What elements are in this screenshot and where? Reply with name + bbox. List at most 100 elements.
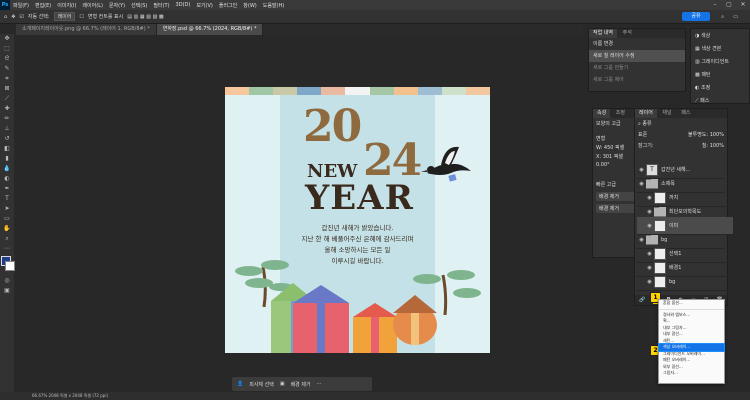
menu-window[interactable]: 창(W) <box>240 2 259 9</box>
swatches-panel-button[interactable]: ▦ 색상 견본 <box>691 42 749 55</box>
color-stripe <box>225 87 490 95</box>
menu-3d[interactable]: 3D(D) <box>173 2 194 8</box>
color-icon: ◑ <box>695 33 700 39</box>
hand-tool-icon[interactable]: ✋ <box>0 224 14 234</box>
menu-edit[interactable]: 편집(E) <box>32 2 54 9</box>
remove-background-button[interactable]: 배경 제거 <box>291 381 311 388</box>
year-bottom-text: 24 <box>363 135 422 186</box>
color-stripe-segment <box>393 87 418 95</box>
move-tool-icon[interactable]: ✥ <box>11 14 15 20</box>
move-tool-icon[interactable]: ✥ <box>0 34 14 44</box>
pattern-panel-button[interactable]: ▩ 패턴 <box>691 68 749 81</box>
menu-divider <box>659 307 724 310</box>
layer-list: ◉ T 갑진년 새해... ◉ 소제목 ◉ 까치 ◉ 최단모의학목도 ◉ 이미 ◉ bg ◉ 선… <box>637 161 733 297</box>
path-select-tool-icon[interactable]: ➤ <box>0 204 14 214</box>
color-panel-button[interactable]: ◑ 색상 <box>691 29 749 42</box>
fx-context-menu: 혼합 옵션... 경사와 엠보스... 획... 내부 그림자... 내부 광선… <box>658 299 725 384</box>
search-icon[interactable]: ⌕ <box>721 14 724 20</box>
quick-mask-icon[interactable]: ◎ <box>0 276 14 286</box>
layer-thumbnail <box>654 219 666 232</box>
menu-bar: Ps 파일(F) 편집(E) 이미지(I) 레이어(L) 문자(Y) 선택(S)… <box>0 0 750 10</box>
history-item[interactable]: 이름 변경 <box>589 38 685 50</box>
document-canvas[interactable]: 20 NEW 24 YEAR 갑진년 새해가 밝았습니다. 지난 한 해 베풀어… <box>225 87 490 353</box>
auto-select-target[interactable]: 레이어 <box>53 12 76 21</box>
align-icons[interactable]: ▤ ▥ ▦ ▧ ▨ ▩ <box>127 14 163 20</box>
color-swatches[interactable] <box>0 254 15 276</box>
opacity-field[interactable]: 100% <box>710 132 724 138</box>
menu-plugins[interactable]: 플러그인 <box>216 2 240 9</box>
eye-icon: ◉ <box>647 264 652 271</box>
color-stripe-segment <box>417 87 442 95</box>
menu-layer[interactable]: 레이어(L) <box>79 2 106 9</box>
right-panel-dock: ◑ 색상 ▦ 색상 견본 ▥ 그레이디언트 ▩ 패턴 ◐ 조정 ⟋ 패스 <box>690 28 750 104</box>
tab-notes[interactable]: 주석 <box>619 29 636 38</box>
lasso-tool-icon[interactable]: ᘓ <box>0 54 14 64</box>
maximize-icon[interactable]: ▢ <box>722 0 736 10</box>
stamp-tool-icon[interactable]: ⊥ <box>0 124 14 134</box>
more-options-icon[interactable]: ⋯ <box>317 381 322 387</box>
select-subject-button[interactable]: 피사체 선택 <box>249 381 274 388</box>
message-line-2: 지난 한 해 베풀어주신 은혜에 감사드리며 <box>301 235 414 243</box>
home-icon[interactable]: ⌂ <box>4 14 7 20</box>
menu-type[interactable]: 문자(Y) <box>106 2 128 9</box>
menu-select[interactable]: 선택(S) <box>128 2 150 9</box>
tab-channels[interactable]: 채널 <box>658 109 675 118</box>
tab-new-year-card[interactable]: 연하장.psd @ 66.7% (2024, RGB/8#) * <box>156 24 264 35</box>
folder-icon <box>646 234 658 245</box>
share-button[interactable]: 공유 <box>682 12 710 21</box>
workspace-icon[interactable]: ▭ <box>733 14 738 20</box>
close-icon[interactable]: ✕ <box>736 0 750 10</box>
gradient-panel-button[interactable]: ▥ 그레이디언트 <box>691 55 749 68</box>
menu-filter[interactable]: 필터(T) <box>150 2 172 9</box>
screen-mode-icon[interactable]: ▣ <box>0 286 14 296</box>
history-item[interactable]: 새로 그룹 제어 <box>589 74 685 86</box>
blur-tool-icon[interactable]: 💧 <box>0 164 14 174</box>
adjustments-panel-button[interactable]: ◐ 조정 <box>691 81 749 94</box>
layer-row[interactable]: ◉ bg <box>637 273 733 291</box>
contextual-task-bar: 👤 피사체 선택 ▣ 배경 제거 ⋯ <box>232 377 372 391</box>
background-color[interactable] <box>5 261 15 271</box>
marquee-tool-icon[interactable]: ⬚ <box>0 44 14 54</box>
dodge-tool-icon[interactable]: ◐ <box>0 174 14 184</box>
pen-tool-icon[interactable]: ✒ <box>0 184 14 194</box>
auto-select-checkbox[interactable]: ☑ <box>19 14 23 20</box>
tab-adjustments[interactable]: 조정 <box>612 109 629 118</box>
frame-tool-icon[interactable]: ⊠ <box>0 84 14 94</box>
layer-filter[interactable]: ⌕ 종류 <box>635 118 727 129</box>
tab-history[interactable]: 작업 내역 <box>589 29 617 38</box>
link-layers-icon[interactable]: 🔗 <box>639 297 645 303</box>
tab-properties[interactable]: 속성 <box>593 109 611 118</box>
adjustments-icon: ◐ <box>695 85 700 91</box>
more-tools-icon[interactable]: ⋯ <box>0 244 14 254</box>
eraser-tool-icon[interactable]: ◧ <box>0 144 14 154</box>
history-item[interactable]: 새로 칠 레이어 수정 <box>589 50 685 62</box>
color-stripe-segment <box>345 87 370 95</box>
history-brush-icon[interactable]: ↺ <box>0 134 14 144</box>
menu-item-drop-shadow[interactable]: 그림자... <box>659 370 724 377</box>
show-transform-checkbox[interactable]: ☐ <box>79 14 83 20</box>
menu-file[interactable]: 파일(F) <box>10 2 32 9</box>
minimize-icon[interactable]: – <box>708 0 722 10</box>
brush-tool-icon[interactable]: ✏ <box>0 114 14 124</box>
paths-panel-button[interactable]: ⟋ 패스 <box>691 94 749 107</box>
blend-mode-select[interactable]: 표준 <box>638 131 647 138</box>
magpie-illustration <box>421 146 471 182</box>
color-stripe-segment <box>465 87 490 95</box>
crop-tool-icon[interactable]: ⌗ <box>0 74 14 84</box>
eye-icon: ◉ <box>647 194 652 201</box>
menu-image[interactable]: 이미지(I) <box>54 2 79 9</box>
eyedropper-tool-icon[interactable]: ⟋ <box>0 94 14 104</box>
tab-layers[interactable]: 레이어 <box>635 109 657 118</box>
shape-tool-icon[interactable]: ▭ <box>0 214 14 224</box>
gradient-tool-icon[interactable]: ▮ <box>0 154 14 164</box>
fill-field[interactable]: 100% <box>710 143 724 149</box>
history-item[interactable]: 새로 그룹 만들기 <box>589 62 685 74</box>
type-tool-icon[interactable]: T <box>0 194 14 204</box>
zoom-tool-icon[interactable]: ⌕ <box>0 234 14 244</box>
healing-tool-icon[interactable]: ✚ <box>0 104 14 114</box>
tab-intro-layout[interactable]: 소개페이지레이아웃.png @ 66.7% (레이어 1, RGB/8#) * <box>16 24 157 35</box>
tab-paths[interactable]: 패스 <box>677 109 694 118</box>
quick-select-tool-icon[interactable]: ✎ <box>0 64 14 74</box>
menu-view[interactable]: 보기(V) <box>193 2 216 9</box>
menu-help[interactable]: 도움말(H) <box>260 2 287 9</box>
